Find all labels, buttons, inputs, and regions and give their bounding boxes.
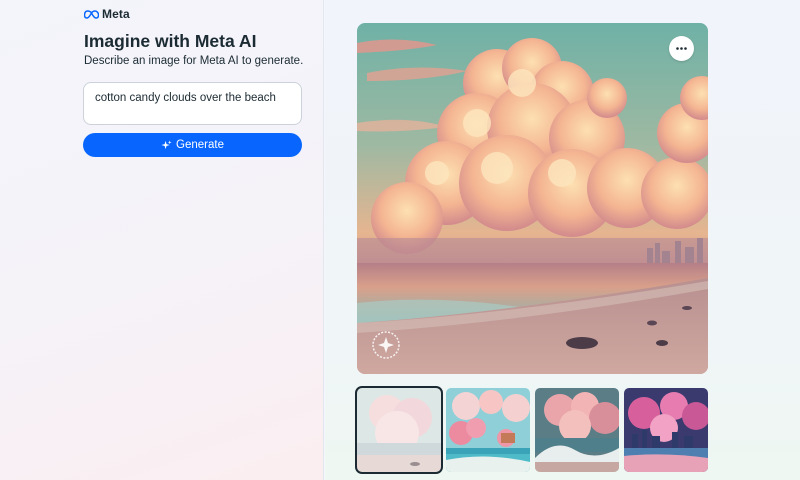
page-title: Imagine with Meta AI [84,31,257,51]
left-panel [0,0,324,480]
prompt-input[interactable] [83,82,302,125]
meta-logo[interactable]: Meta [84,7,130,21]
logo-text: Meta [102,7,130,21]
more-options-button[interactable] [669,36,694,61]
thumbnail-cartoon-pink-trees-beach[interactable] [446,388,530,472]
page-subtitle: Describe an image for Meta AI to generat… [84,55,304,67]
generate-button[interactable]: Generate [83,133,302,157]
thumbnail-pale-pastel-clouds-beach[interactable] [355,386,443,474]
generate-button-label: Generate [176,139,224,151]
more-horizontal-icon [676,47,687,50]
meta-ai-watermark-icon [371,330,401,360]
meta-infinity-icon [84,9,99,19]
sparkle-icon [161,139,172,149]
thumbnail-pink-clouds-city-beach[interactable] [624,388,708,472]
generated-image[interactable] [357,23,708,374]
thumbnail-pink-clouds-wave-beach[interactable] [535,388,619,472]
